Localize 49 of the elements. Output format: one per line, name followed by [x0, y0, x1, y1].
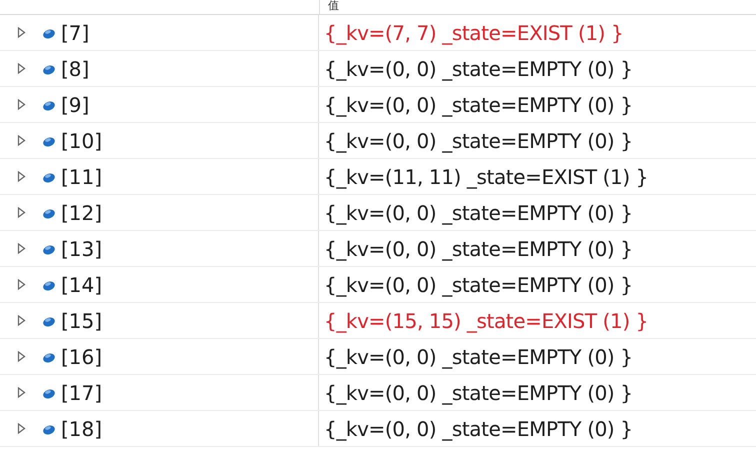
object-icon: [42, 242, 56, 254]
variable-name: [15]: [61, 308, 102, 332]
expand-arrow-icon[interactable]: [17, 135, 26, 146]
object-icon: [42, 26, 56, 38]
variable-value: {_kv=(0, 0) _state=EMPTY (0) }: [324, 416, 633, 440]
expand-arrow-icon[interactable]: [17, 279, 26, 290]
variable-value: {_kv=(0, 0) _state=EMPTY (0) }: [324, 128, 633, 152]
variable-name: [13]: [61, 236, 102, 260]
variable-value: {_kv=(0, 0) _state=EMPTY (0) }: [324, 56, 633, 80]
object-icon: [42, 98, 56, 110]
expand-arrow-icon[interactable]: [17, 423, 26, 434]
variable-value: {_kv=(0, 0) _state=EMPTY (0) }: [324, 380, 633, 404]
variable-name: [16]: [61, 344, 102, 368]
expand-arrow-icon[interactable]: [17, 27, 26, 38]
variable-name: [14]: [61, 272, 102, 296]
object-icon: [42, 206, 56, 218]
object-icon: [42, 278, 56, 290]
variable-name: [9]: [61, 92, 90, 116]
variable-value: {_kv=(11, 11) _state=EXIST (1) }: [324, 164, 648, 188]
variable-name: [8]: [61, 56, 90, 80]
variable-value: {_kv=(0, 0) _state=EMPTY (0) }: [324, 272, 633, 296]
variable-name: [12]: [61, 200, 102, 224]
expand-arrow-icon[interactable]: [17, 315, 26, 326]
expand-arrow-icon[interactable]: [17, 99, 26, 110]
expand-arrow-icon[interactable]: [17, 387, 26, 398]
expand-arrow-icon[interactable]: [17, 207, 26, 218]
variable-name: [7]: [61, 20, 90, 44]
expand-arrow-icon[interactable]: [17, 63, 26, 74]
object-icon: [42, 62, 56, 74]
object-icon: [42, 134, 56, 146]
expand-arrow-icon[interactable]: [17, 351, 26, 362]
variable-value: {_kv=(0, 0) _state=EMPTY (0) }: [324, 344, 633, 368]
object-icon: [42, 170, 56, 182]
variable-value: {_kv=(0, 0) _state=EMPTY (0) }: [324, 236, 633, 260]
object-icon: [42, 350, 56, 362]
expand-arrow-icon[interactable]: [17, 171, 26, 182]
column-header[interactable]: 值: [320, 0, 339, 11]
variable-name: [18]: [61, 416, 102, 440]
variable-name: [11]: [61, 164, 102, 188]
variable-value: {_kv=(0, 0) _state=EMPTY (0) }: [324, 92, 633, 116]
variable-value: {_kv=(0, 0) _state=EMPTY (0) }: [324, 200, 633, 224]
variable-value: {_kv=(15, 15) _state=EXIST (1) }: [324, 308, 648, 332]
variable-name: [17]: [61, 380, 102, 404]
object-icon: [42, 314, 56, 326]
object-icon: [42, 422, 56, 434]
expand-arrow-icon[interactable]: [17, 243, 26, 254]
object-icon: [42, 386, 56, 398]
variable-value: {_kv=(7, 7) _state=EXIST (1) }: [324, 20, 624, 44]
variable-name: [10]: [61, 128, 102, 152]
